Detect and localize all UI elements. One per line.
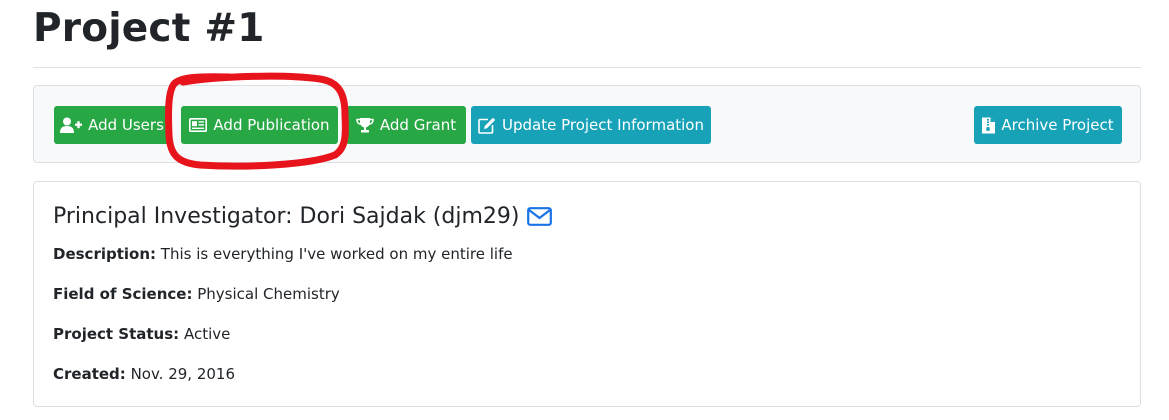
envelope-icon[interactable] [527, 207, 553, 226]
project-status-value: Active [183, 325, 231, 343]
page-title: Project #1 [33, 6, 265, 51]
field-of-science-label: Field of Science: [53, 285, 193, 303]
created-label: Created: [53, 365, 126, 383]
edit-icon [478, 117, 496, 134]
project-status-label: Project Status: [53, 325, 180, 343]
add-users-button[interactable]: Add Users [54, 106, 170, 144]
add-publication-label: Add Publication [213, 116, 330, 134]
update-project-information-button[interactable]: Update Project Information [471, 106, 711, 144]
project-status-field: Project Status: Active [53, 325, 230, 343]
add-grant-button[interactable]: Add Grant [346, 106, 466, 144]
file-archive-icon [982, 117, 996, 134]
description-label: Description: [53, 245, 157, 263]
add-publication-button[interactable]: Add Publication [181, 106, 338, 144]
title-divider [33, 67, 1141, 68]
principal-investigator-text: Principal Investigator: Dori Sajdak (djm… [53, 204, 520, 229]
created-value: Nov. 29, 2016 [130, 365, 236, 383]
principal-investigator-heading: Principal Investigator: Dori Sajdak (djm… [53, 204, 553, 229]
update-project-information-label: Update Project Information [501, 116, 704, 134]
newspaper-icon [189, 118, 208, 132]
user-plus-icon [60, 117, 83, 133]
archive-project-label: Archive Project [1001, 116, 1114, 134]
trophy-icon [356, 117, 374, 133]
add-grant-label: Add Grant [379, 116, 457, 134]
archive-project-button[interactable]: Archive Project [974, 106, 1122, 144]
add-users-label: Add Users [88, 116, 164, 134]
field-of-science-field: Field of Science: Physical Chemistry [53, 285, 340, 303]
description-value: This is everything I've worked on my ent… [160, 245, 513, 263]
project-actions-toolbar: Add Users Add Publication Add Grant Upda… [33, 85, 1141, 163]
project-details-card: Principal Investigator: Dori Sajdak (djm… [33, 181, 1141, 407]
created-field: Created: Nov. 29, 2016 [53, 365, 235, 383]
field-of-science-value: Physical Chemistry [197, 285, 340, 303]
description-field: Description: This is everything I've wor… [53, 245, 513, 263]
